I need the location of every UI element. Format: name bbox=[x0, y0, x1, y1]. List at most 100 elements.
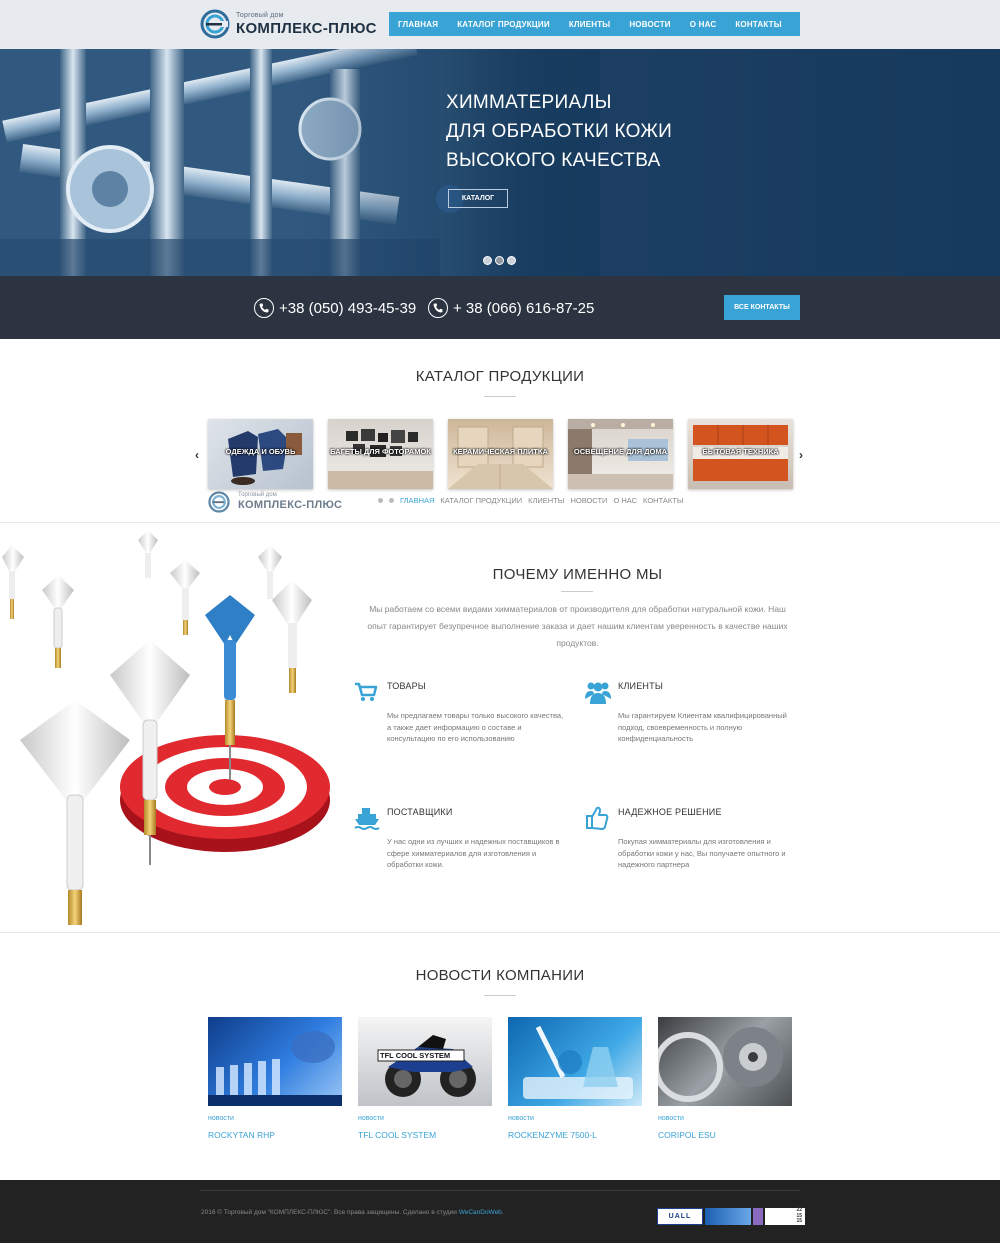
phone-icon bbox=[428, 298, 448, 318]
catalog-prev-arrow[interactable]: ‹ bbox=[195, 448, 199, 462]
ghost-logo-subtitle: Торговый дом bbox=[238, 492, 277, 498]
catalog-item-label: ОСВЕЩЕНИЕ ДЛЯ ДОМА bbox=[573, 447, 668, 456]
hero-title-line-1: ХИММАТЕРИАЛЫ bbox=[446, 92, 612, 113]
hero-catalog-button[interactable]: КАТАЛОГ bbox=[448, 189, 508, 208]
feature-title-clients: КЛИЕНТЫ bbox=[618, 681, 663, 691]
feature-text-products: Мы предлагаем товары только высокого кач… bbox=[387, 711, 564, 743]
uall-badge[interactable]: UALL bbox=[657, 1208, 703, 1225]
nav-contacts[interactable]: КОНТАКТЫ bbox=[735, 20, 781, 29]
hero-title-line-2: ДЛЯ ОБРАБОТКИ КОЖИ bbox=[446, 121, 673, 142]
news-title-underline bbox=[484, 995, 516, 996]
ghost-nav-home[interactable]: ГЛАВНАЯ bbox=[400, 496, 434, 505]
catalog-title: КАТАЛОГ ПРОДУКЦИИ bbox=[415, 368, 585, 385]
news-category[interactable]: новости bbox=[508, 1115, 534, 1122]
machine-gears-image bbox=[658, 1027, 783, 1102]
ghost-nav-clients[interactable]: КЛИЕНТЫ bbox=[528, 496, 564, 505]
pipette-image bbox=[523, 1025, 633, 1099]
news-title-link[interactable]: ROCKENZYME 7500-L bbox=[508, 1130, 597, 1140]
slider-dot-2[interactable] bbox=[495, 256, 504, 265]
ghost-logo-mark-icon bbox=[208, 491, 230, 513]
news-title-link[interactable]: ROCKYTAN RHP bbox=[208, 1130, 275, 1140]
news-image-rockytan[interactable] bbox=[208, 1017, 342, 1106]
rating-badge[interactable] bbox=[705, 1208, 751, 1225]
catalog-item-label: ОДЕЖДА И ОБУВЬ bbox=[225, 447, 296, 456]
why-title-underline bbox=[561, 591, 593, 592]
phone-2[interactable]: + 38 (066) 616-87-25 bbox=[428, 298, 594, 318]
motorcycle-image bbox=[377, 1035, 476, 1097]
ghost-nav-news[interactable]: НОВОСТИ bbox=[570, 496, 607, 505]
nav-news[interactable]: НОВОСТИ bbox=[629, 20, 670, 29]
main-nav: ГЛАВНАЯ КАТАЛОГ ПРОДУКЦИИ КЛИЕНТЫ НОВОСТ… bbox=[389, 12, 800, 36]
logo-subtitle: Торговый дом bbox=[236, 12, 284, 19]
catalog-next-arrow[interactable]: › bbox=[799, 448, 803, 462]
slider-dots bbox=[483, 256, 516, 265]
logo[interactable]: Торговый дом КОМПЛЕКС-ПЛЮС bbox=[200, 9, 380, 41]
users-icon bbox=[585, 682, 611, 704]
ghost-nav: ГЛАВНАЯ КАТАЛОГ ПРОДУКЦИИ КЛИЕНТЫ НОВОСТ… bbox=[378, 496, 684, 505]
news-title: НОВОСТИ КОМПАНИИ bbox=[415, 967, 585, 984]
footer-badges: UALL 22 15 15 bbox=[657, 1208, 805, 1225]
feature-title-reliable: НАДЕЖНОЕ РЕШЕНИЕ bbox=[618, 807, 722, 817]
footer-divider bbox=[200, 1190, 800, 1191]
catalog-item-frames[interactable]: БАГЕТЫ ДЛЯ ФОТОРАМОК bbox=[328, 419, 433, 489]
ghost-nav-contacts[interactable]: КОНТАКТЫ bbox=[643, 496, 683, 505]
news-title-link[interactable]: CORIPOL ESU bbox=[658, 1130, 716, 1140]
catalog-item-label: БЫТОВАЯ ТЕХНИКА bbox=[702, 447, 779, 456]
hero-slider: ХИММАТЕРИАЛЫ ДЛЯ ОБРАБОТКИ КОЖИ ВЫСОКОГО… bbox=[0, 49, 1000, 276]
all-contacts-button[interactable]: ВСЕ КОНТАКТЫ bbox=[724, 295, 800, 320]
nav-about[interactable]: О НАС bbox=[690, 20, 717, 29]
catalog-item-lighting[interactable]: ОСВЕЩЕНИЕ ДЛЯ ДОМА bbox=[568, 419, 673, 489]
news-category[interactable]: новости bbox=[658, 1115, 684, 1122]
thumbs-up-icon bbox=[586, 806, 609, 830]
catalog-item-clothing[interactable]: ОДЕЖДА И ОБУВЬ bbox=[208, 419, 313, 489]
ghost-nav-about[interactable]: О НАС bbox=[613, 496, 637, 505]
feature-text-clients: Мы гарантируем Клиентам квалифицированны… bbox=[618, 711, 787, 743]
ghost-nav-catalog[interactable]: КАТАЛОГ ПРОДУКЦИИ bbox=[440, 496, 522, 505]
site-footer: 2016 © Торговый дом "КОМПЛЕКС-ПЛЮС". Все… bbox=[0, 1180, 1000, 1243]
catalog-item-label: КЕРАМИЧЕСКАЯ ПЛИТКА bbox=[453, 447, 548, 456]
lab-tubes-image bbox=[208, 1031, 342, 1106]
catalog-item-appliances[interactable]: БЫТОВАЯ ТЕХНИКА bbox=[688, 419, 793, 489]
hero-title: ХИММАТЕРИАЛЫ ДЛЯ ОБРАБОТКИ КОЖИ ВЫСОКОГО… bbox=[446, 88, 766, 175]
catalog-item-label: БАГЕТЫ ДЛЯ ФОТОРАМОК bbox=[330, 447, 431, 456]
news-image-caption: TFL COOL SYSTEM bbox=[380, 1051, 451, 1060]
news-category[interactable]: новости bbox=[208, 1115, 234, 1122]
cart-icon bbox=[355, 682, 378, 701]
catalog-title-underline bbox=[484, 396, 516, 397]
ghost-nav-row: Торговый дом КОМПЛЕКС-ПЛЮС ГЛАВНАЯ КАТАЛ… bbox=[200, 490, 800, 513]
copyright-text: 2016 © Торговый дом "КОМПЛЕКС-ПЛЮС". Все… bbox=[201, 1209, 459, 1216]
catalog-item-tiles[interactable]: КЕРАМИЧЕСКАЯ ПЛИТКА bbox=[448, 419, 553, 489]
logo-title: КОМПЛЕКС-ПЛЮС bbox=[236, 20, 377, 37]
nav-clients[interactable]: КЛИЕНТЫ bbox=[569, 20, 610, 29]
studio-link[interactable]: WeCanDoWeb bbox=[459, 1209, 502, 1216]
mini-badge[interactable] bbox=[753, 1208, 763, 1225]
visit-counter-badge[interactable]: 22 15 15 bbox=[765, 1208, 805, 1225]
section-divider bbox=[0, 522, 1000, 523]
darts-target-image bbox=[2, 530, 330, 925]
news-image-tfl[interactable]: TFL COOL SYSTEM bbox=[358, 1017, 492, 1106]
feature-title-products: ТОВАРЫ bbox=[387, 681, 426, 691]
why-title: ПОЧЕМУ ИМЕННО МЫ bbox=[492, 566, 663, 583]
hero-title-line-3: ВЫСОКОГО КАЧЕСТВА bbox=[446, 150, 661, 171]
slider-dot-3[interactable] bbox=[507, 256, 516, 265]
news-image-rockenzyme[interactable] bbox=[508, 1017, 642, 1106]
phone-2-number: + 38 (066) 616-87-25 bbox=[453, 299, 595, 317]
ghost-logo-title: КОМПЛЕКС-ПЛЮС bbox=[238, 499, 343, 511]
section-divider bbox=[0, 932, 1000, 933]
slider-dot-1[interactable] bbox=[483, 256, 492, 265]
phone-1[interactable]: +38 (050) 493-45-39 bbox=[254, 298, 416, 318]
contact-strip: +38 (050) 493-45-39 + 38 (066) 616-87-25… bbox=[0, 276, 1000, 339]
news-image-coripol[interactable] bbox=[658, 1017, 792, 1106]
news-title-link[interactable]: TFL COOL SYSTEM bbox=[358, 1130, 436, 1140]
why-description: Мы работаем со всеми видами химматериало… bbox=[367, 604, 788, 648]
carousel-dot[interactable] bbox=[378, 498, 383, 503]
carousel-dot[interactable] bbox=[389, 498, 394, 503]
phone-icon bbox=[254, 298, 274, 318]
site-header: Торговый дом КОМПЛЕКС-ПЛЮС ГЛАВНАЯ КАТАЛ… bbox=[0, 0, 1000, 49]
feature-text-suppliers: У нас одни из лучших и надежных поставщи… bbox=[387, 837, 560, 869]
nav-home[interactable]: ГЛАВНАЯ bbox=[398, 20, 438, 29]
counter-value-3: 15 bbox=[796, 1218, 802, 1225]
nav-catalog[interactable]: КАТАЛОГ ПРОДУКЦИИ bbox=[457, 20, 550, 29]
feature-text-reliable: Покупая химматериалы для изготовления и … bbox=[618, 837, 786, 869]
news-category[interactable]: новости bbox=[358, 1115, 384, 1122]
